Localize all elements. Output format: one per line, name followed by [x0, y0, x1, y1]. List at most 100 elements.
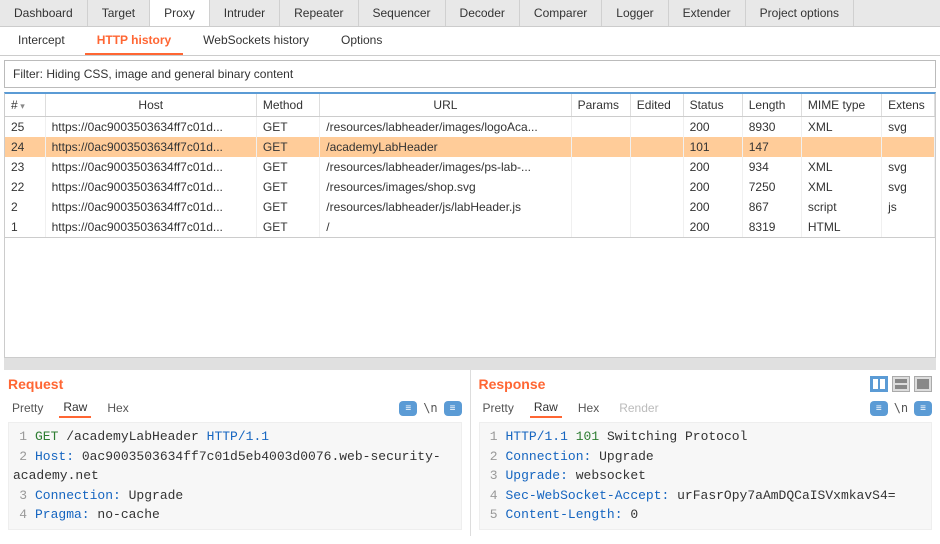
main-tab-target[interactable]: Target [88, 0, 150, 26]
response-body[interactable]: 1HTTP/1.1 101 Switching Protocol2Connect… [479, 422, 933, 530]
col-params[interactable]: Params [571, 94, 630, 117]
line-number: 5 [484, 505, 498, 525]
code-line: 5Content-Length: 0 [484, 505, 928, 525]
line-number: 3 [13, 486, 27, 506]
layout-toggle [870, 376, 932, 392]
col-url[interactable]: URL [320, 94, 571, 117]
cell-params [571, 177, 630, 197]
request-pane: Request Pretty Raw Hex ≡ \n ≡ 1GET /academ… [0, 370, 471, 536]
code-line: 2Host: 0ac9003503634ff7c01d5eb4003d0076.… [13, 447, 457, 486]
req-tab-raw[interactable]: Raw [59, 398, 91, 418]
main-tab-sequencer[interactable]: Sequencer [359, 0, 446, 26]
code-line: 4Pragma: no-cache [13, 505, 457, 525]
cell-length: 867 [742, 197, 801, 217]
main-tab-repeater[interactable]: Repeater [280, 0, 358, 26]
cell-host: https://0ac9003503634ff7c01d... [45, 157, 256, 177]
cell-params [571, 157, 630, 177]
col-method[interactable]: Method [256, 94, 319, 117]
cell-length: 147 [742, 137, 801, 157]
line-number: 1 [484, 427, 498, 447]
main-tab-extender[interactable]: Extender [669, 0, 746, 26]
sub-tab-intercept[interactable]: Intercept [6, 27, 77, 55]
cell-params [571, 217, 630, 237]
code-line: 1GET /academyLabHeader HTTP/1.1 [13, 427, 457, 447]
layout-single-button[interactable] [914, 376, 932, 392]
filter-bar[interactable]: Filter: Hiding CSS, image and general bi… [4, 60, 936, 88]
col-[interactable]: # ▾ [5, 94, 45, 117]
cell-host: https://0ac9003503634ff7c01d... [45, 137, 256, 157]
sub-tab-options[interactable]: Options [329, 27, 394, 55]
line-number: 2 [484, 447, 498, 467]
res-tab-raw[interactable]: Raw [530, 398, 562, 418]
sub-tab-http-history[interactable]: HTTP history [85, 27, 183, 55]
cell-status: 200 [683, 117, 742, 138]
col-edited[interactable]: Edited [630, 94, 683, 117]
sub-tab-websockets-history[interactable]: WebSockets history [191, 27, 321, 55]
cell-edited [630, 177, 683, 197]
cell-method: GET [256, 197, 319, 217]
cell-length: 8319 [742, 217, 801, 237]
request-actions-button-2[interactable]: ≡ [444, 401, 462, 416]
col-status[interactable]: Status [683, 94, 742, 117]
table-row[interactable]: 23https://0ac9003503634ff7c01d...GET/res… [5, 157, 935, 177]
layout-columns-button[interactable] [870, 376, 888, 392]
request-body[interactable]: 1GET /academyLabHeader HTTP/1.12Host: 0a… [8, 422, 462, 530]
col-extens[interactable]: Extens [882, 94, 935, 117]
main-tab-project-options[interactable]: Project options [746, 0, 854, 26]
wrap-indicator: \n [423, 401, 437, 415]
table-row[interactable]: 24https://0ac9003503634ff7c01d...GET/aca… [5, 137, 935, 157]
request-actions-button[interactable]: ≡ [399, 401, 417, 416]
col-host[interactable]: Host [45, 94, 256, 117]
response-pane: Response PrettyRawHexRender ≡ \n ≡ 1HTTP… [471, 370, 940, 536]
cell-url: /resources/labheader/images/ps-lab-... [320, 157, 571, 177]
response-actions-button-2[interactable]: ≡ [914, 401, 932, 416]
res-tab-hex[interactable]: Hex [574, 399, 603, 417]
main-tab-comparer[interactable]: Comparer [520, 0, 602, 26]
main-tab-decoder[interactable]: Decoder [446, 0, 520, 26]
main-tab-intruder[interactable]: Intruder [210, 0, 280, 26]
code-line: 3Connection: Upgrade [13, 486, 457, 506]
table-row[interactable]: 22https://0ac9003503634ff7c01d...GET/res… [5, 177, 935, 197]
cell-n: 22 [5, 177, 45, 197]
layout-rows-button[interactable] [892, 376, 910, 392]
table-row[interactable]: 2https://0ac9003503634ff7c01d...GET/reso… [5, 197, 935, 217]
cell-url: /academyLabHeader [320, 137, 571, 157]
main-tab-proxy[interactable]: Proxy [150, 0, 210, 26]
cell-host: https://0ac9003503634ff7c01d... [45, 177, 256, 197]
col-length[interactable]: Length [742, 94, 801, 117]
cell-status: 101 [683, 137, 742, 157]
cell-n: 1 [5, 217, 45, 237]
cell-url: /resources/images/shop.svg [320, 177, 571, 197]
cell-ext [882, 217, 935, 237]
cell-host: https://0ac9003503634ff7c01d... [45, 197, 256, 217]
cell-length: 934 [742, 157, 801, 177]
main-tab-logger[interactable]: Logger [602, 0, 668, 26]
request-title: Request [8, 376, 462, 392]
req-tab-pretty[interactable]: Pretty [8, 399, 47, 417]
cell-ext: svg [882, 117, 935, 138]
sub-tabbar: Intercept HTTP history WebSockets history O… [0, 27, 940, 56]
cell-status: 200 [683, 197, 742, 217]
res-tab-pretty[interactable]: Pretty [479, 399, 518, 417]
cell-mime: script [801, 197, 881, 217]
col-mimetype[interactable]: MIME type [801, 94, 881, 117]
cell-edited [630, 117, 683, 138]
req-tab-hex[interactable]: Hex [103, 399, 132, 417]
table-row[interactable]: 1https://0ac9003503634ff7c01d...GET/2008… [5, 217, 935, 237]
cell-ext [882, 137, 935, 157]
wrap-indicator: \n [894, 401, 908, 415]
cell-url: /resources/labheader/js/labHeader.js [320, 197, 571, 217]
cell-edited [630, 157, 683, 177]
table-row[interactable]: 25https://0ac9003503634ff7c01d...GET/res… [5, 117, 935, 138]
response-actions-button[interactable]: ≡ [870, 401, 888, 416]
main-tab-dashboard[interactable]: Dashboard [0, 0, 88, 26]
code-line: 2Connection: Upgrade [484, 447, 928, 467]
line-number: 2 [13, 447, 27, 467]
code-line: 4Sec-WebSocket-Accept: urFasrOpy7aAmDQCa… [484, 486, 928, 506]
cell-params [571, 197, 630, 217]
cell-mime: XML [801, 157, 881, 177]
cell-mime [801, 137, 881, 157]
cell-host: https://0ac9003503634ff7c01d... [45, 217, 256, 237]
horizontal-splitter[interactable] [4, 358, 936, 370]
cell-method: GET [256, 117, 319, 138]
